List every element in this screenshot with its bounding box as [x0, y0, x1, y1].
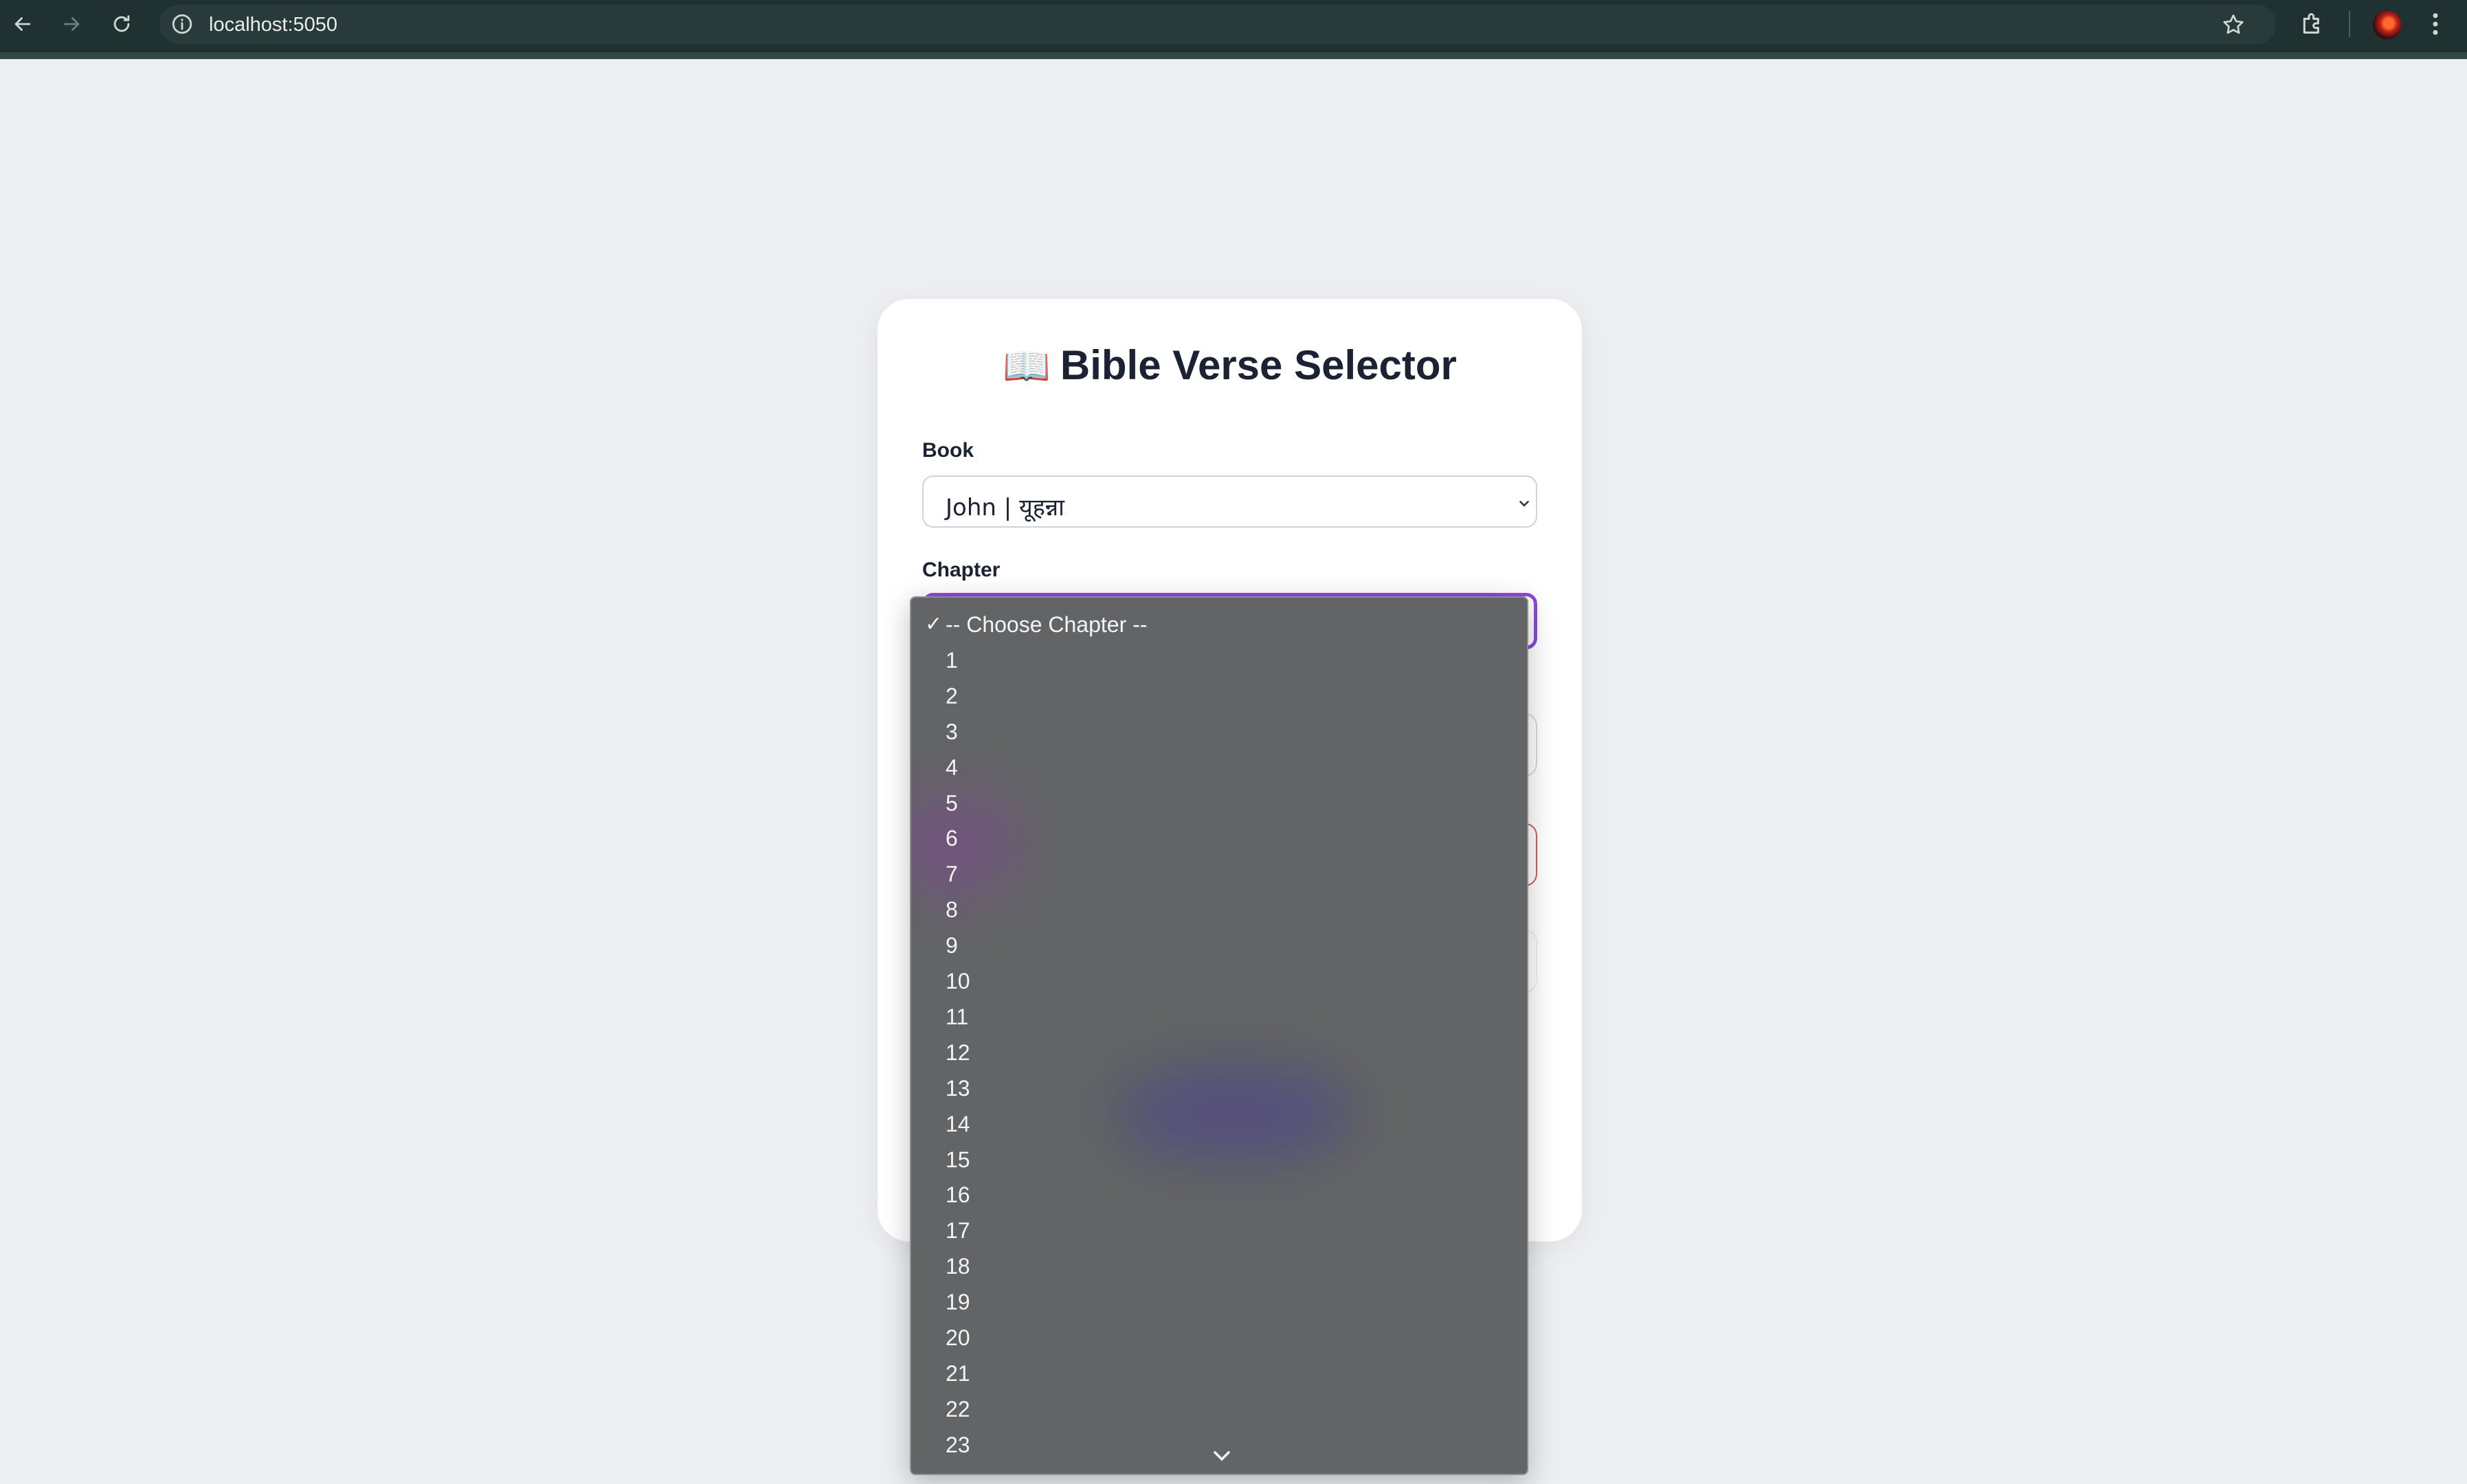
option-chapter[interactable]: 20	[911, 1320, 1527, 1356]
forward-button[interactable]	[56, 8, 87, 40]
option-chapter[interactable]: 7	[911, 856, 1527, 892]
option-label: 6	[946, 826, 958, 851]
option-chapter[interactable]: 11	[911, 999, 1527, 1035]
option-chapter[interactable]: 1	[911, 642, 1527, 678]
option-label: 17	[946, 1218, 970, 1244]
option-label: 19	[946, 1290, 970, 1315]
option-label: 14	[946, 1111, 970, 1136]
scroll-down-icon[interactable]	[1212, 1450, 1231, 1463]
kebab-menu-icon[interactable]	[2424, 10, 2446, 38]
page-title: 📖 Bible Verse Selector	[878, 341, 1582, 389]
option-chapter[interactable]: 19	[911, 1284, 1527, 1320]
option-label: 8	[946, 897, 958, 923]
chevron-down-icon	[1519, 500, 1529, 507]
option-label: 2	[946, 683, 958, 708]
chapter-label: Chapter	[922, 559, 1001, 581]
option-label: 9	[946, 933, 958, 958]
toolbar-divider	[2349, 11, 2350, 37]
option-chapter[interactable]: 13	[911, 1070, 1527, 1106]
avatar[interactable]	[2373, 10, 2402, 39]
option-label: 11	[946, 1004, 969, 1029]
open-book-icon: 📖	[1003, 344, 1051, 387]
forward-arrow-icon	[63, 17, 80, 31]
option-chapter[interactable]: 5	[911, 785, 1527, 821]
option-label: 13	[946, 1075, 970, 1101]
back-arrow-icon	[14, 17, 31, 31]
option-chapter[interactable]: 17	[911, 1213, 1527, 1248]
back-button[interactable]	[7, 8, 38, 40]
option-label: 1	[946, 647, 958, 673]
option-label: 12	[946, 1039, 970, 1065]
option-label: 15	[946, 1147, 970, 1172]
option-label: 10	[946, 969, 970, 993]
option-chapter[interactable]: 2	[911, 678, 1527, 714]
option-label: 21	[946, 1360, 970, 1386]
option-label: 7	[946, 862, 958, 887]
chapter-dropdown-menu[interactable]: ✓ -- Choose Chapter -- 1 2 3 4 5 6 7 8 9 10 11 12 13 14…	[910, 596, 1528, 1475]
option-chapter[interactable]: 22	[911, 1391, 1527, 1427]
option-chapter[interactable]: 8	[911, 892, 1527, 928]
option-chapter[interactable]: 18	[911, 1248, 1527, 1284]
option-label: 22	[946, 1396, 970, 1421]
checkmark-icon: ✓	[925, 613, 943, 636]
reload-icon	[113, 15, 130, 32]
extensions-icon[interactable]	[2299, 10, 2326, 37]
book-select[interactable]: John | यूहन्ना	[922, 475, 1537, 528]
browser-toolbar: localhost:5050	[0, 0, 2467, 59]
option-label: 23	[946, 1432, 970, 1457]
option-label: -- Choose Chapter --	[946, 612, 1148, 637]
option-label: 20	[946, 1325, 970, 1350]
book-select-value: John | यूहन्ना	[946, 494, 1064, 521]
option-label: 3	[946, 719, 958, 744]
star-icon[interactable]	[2221, 12, 2246, 37]
option-label: 4	[946, 754, 958, 780]
option-chapter[interactable]: 6	[911, 820, 1527, 856]
option-label: 5	[946, 790, 958, 816]
option-label: 16	[946, 1182, 970, 1208]
option-chapter[interactable]: 16	[911, 1177, 1527, 1213]
option-chapter[interactable]: 21	[911, 1356, 1527, 1391]
info-icon[interactable]	[170, 12, 194, 36]
option-choose-chapter[interactable]: ✓ -- Choose Chapter --	[911, 607, 1527, 642]
option-chapter[interactable]: 10	[911, 963, 1527, 999]
option-chapter[interactable]: 3	[911, 714, 1527, 750]
option-label: 18	[946, 1254, 970, 1279]
option-chapter[interactable]: 14	[911, 1106, 1527, 1142]
option-chapter[interactable]: 9	[911, 928, 1527, 963]
book-label: Book	[922, 439, 974, 462]
option-chapter[interactable]: 12	[911, 1035, 1527, 1070]
reload-button[interactable]	[106, 8, 137, 40]
address-bar[interactable]: localhost:5050	[159, 5, 2276, 44]
page-title-text: Bible Verse Selector	[1060, 342, 1457, 388]
option-chapter[interactable]: 15	[911, 1142, 1527, 1178]
option-chapter[interactable]: 4	[911, 750, 1527, 785]
url-text[interactable]: localhost:5050	[209, 13, 337, 36]
